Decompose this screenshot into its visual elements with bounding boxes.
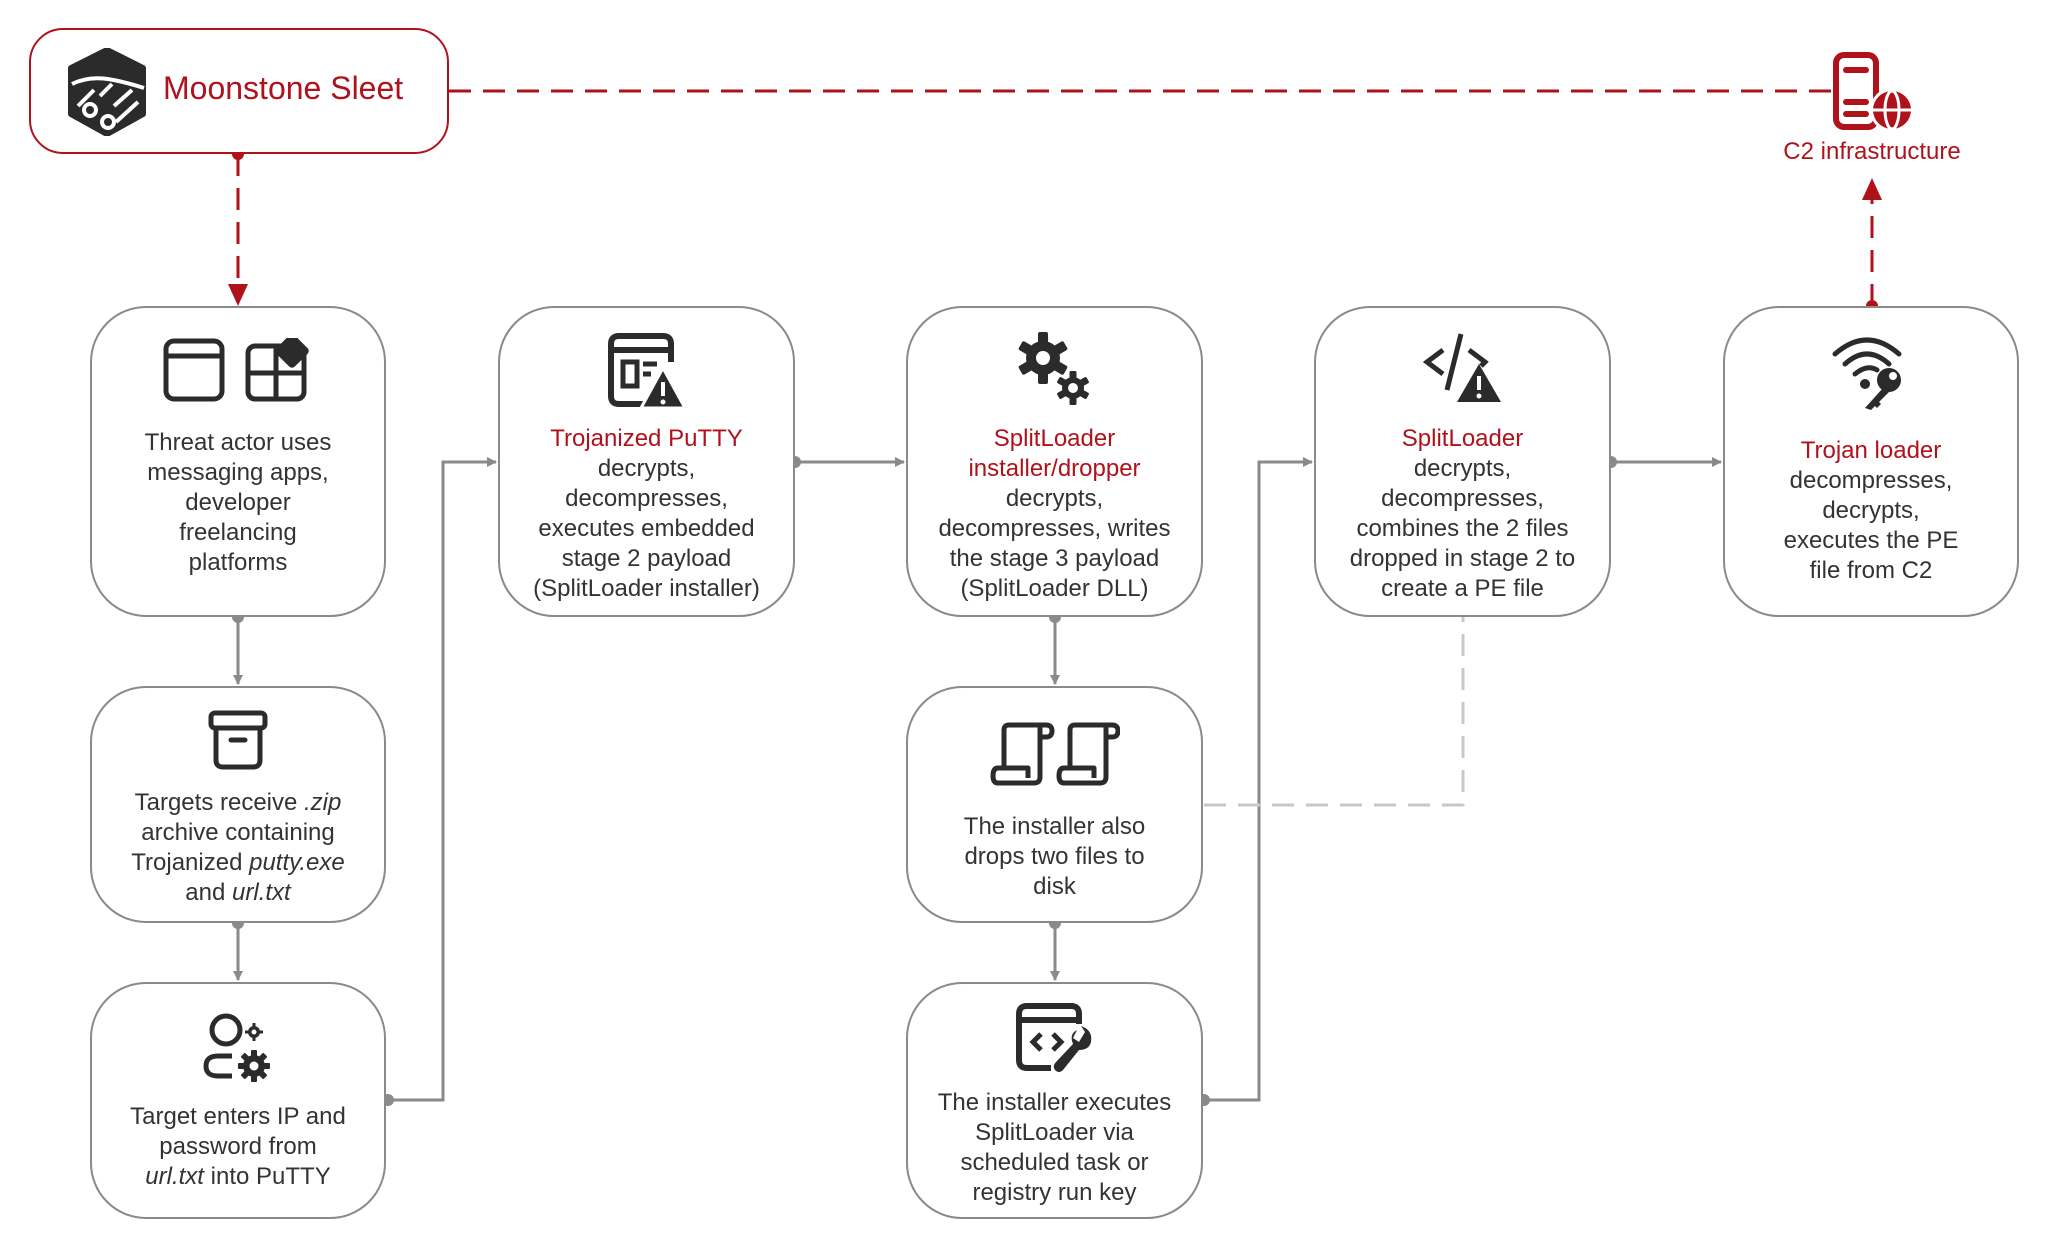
step-executes-splitloader: The installer executes SplitLoader via s… xyxy=(906,982,1203,1219)
moonstone-sleet-logo-icon xyxy=(66,47,148,141)
step-text-line: stage 2 payload xyxy=(561,545,732,572)
step-text-line: The installer executes xyxy=(937,1089,1172,1116)
step-text-line: decrypts, xyxy=(597,455,696,482)
step-text-line: freelancing xyxy=(179,519,297,546)
archive-box-icon xyxy=(92,710,384,770)
step-title: Trojan loader xyxy=(1800,437,1942,464)
step-title: SplitLoader xyxy=(993,425,1116,452)
step-text-line: decompresses, xyxy=(565,485,728,512)
step-text-line: Targets receive .zip xyxy=(102,788,374,818)
step-text-line: combines the 2 files xyxy=(1356,515,1569,542)
step-title: installer/dropper xyxy=(968,455,1141,482)
window-apps-icon xyxy=(92,338,384,402)
step-text-line: decrypts, xyxy=(1005,485,1104,512)
step-text-line: decompresses, xyxy=(1381,485,1544,512)
arrowhead xyxy=(1862,178,1882,200)
step-drops-files: The installer also drops two files to di… xyxy=(906,686,1203,923)
step-text-line: scheduled task or xyxy=(960,1149,1149,1176)
step-trojan-loader: Trojan loader decompresses, decrypts, ex… xyxy=(1723,306,2019,617)
enter-to-putty-connector xyxy=(388,457,497,1102)
text-span: Targets receive xyxy=(134,789,305,816)
step-text-line: decompresses, writes xyxy=(938,515,1171,542)
step-text-line: drops two files to xyxy=(964,843,1145,870)
server-globe-icon xyxy=(1832,52,1914,137)
text-span: Trojanized xyxy=(131,849,250,876)
step-text-line: (SplitLoader DLL) xyxy=(960,575,1149,602)
scrolls-icon xyxy=(908,722,1201,786)
step-text-line: dropped in stage 2 to xyxy=(1349,545,1576,572)
step-text-line: platforms xyxy=(188,549,288,576)
step-zip-archive: Targets receive .zip archive containing … xyxy=(90,686,386,923)
wifi-key-icon xyxy=(1725,332,2017,412)
c2-label: C2 infrastructure xyxy=(1783,138,1961,165)
step-messaging-apps: Threat actor uses messaging apps, develo… xyxy=(90,306,386,617)
filename-text: url.txt xyxy=(232,879,291,906)
step-text-line: decompresses, xyxy=(1789,467,1953,494)
step-enter-credentials: Target enters IP and password from url.t… xyxy=(90,982,386,1219)
step-splitloader: SplitLoader decrypts, decompresses, comb… xyxy=(1314,306,1611,617)
step-splitloader-installer: SplitLoader installer/dropper decrypts, … xyxy=(906,306,1203,617)
step-title: Trojanized PuTTY xyxy=(550,425,743,452)
step-text-line: decrypts, xyxy=(1822,497,1920,524)
step-text-line: (SplitLoader installer) xyxy=(533,575,760,602)
step-text-line: create a PE file xyxy=(1381,575,1544,602)
step-text-line: Trojanized putty.exe xyxy=(102,848,374,878)
user-settings-icon xyxy=(92,1012,384,1084)
drops-to-splitloader-dashed-connector xyxy=(1204,617,1465,807)
filename-text: url.txt xyxy=(145,1163,204,1190)
app-warning-icon xyxy=(500,332,793,412)
executes-to-splitloader-connector xyxy=(1204,457,1313,1102)
step-text-line: executes the PE xyxy=(1783,527,1959,554)
code-warning-icon xyxy=(1316,330,1609,406)
filename-text: putty.exe xyxy=(249,849,345,876)
step-text-line: url.txt into PuTTY xyxy=(102,1162,374,1192)
text-span: into PuTTY xyxy=(203,1163,331,1190)
step-text-line: messaging apps, xyxy=(147,459,329,486)
step-text-line: registry run key xyxy=(972,1179,1137,1206)
step-text-line: disk xyxy=(1033,873,1076,900)
c2-infrastructure: C2 infrastructure xyxy=(1760,50,1984,170)
step-text-line: password from xyxy=(159,1133,317,1160)
arrowhead xyxy=(228,284,248,306)
step-text-line: developer xyxy=(185,489,291,516)
text-span: and xyxy=(185,879,233,906)
step-text-line: Target enters IP and xyxy=(130,1103,346,1130)
threat-actor-name: Moonstone Sleet xyxy=(163,70,404,106)
step-text-line: the stage 3 payload xyxy=(949,545,1160,572)
gears-icon xyxy=(908,330,1201,410)
code-wrench-icon xyxy=(908,1002,1201,1078)
step-text-line: SplitLoader via xyxy=(975,1119,1134,1146)
step-text-line: file from C2 xyxy=(1809,557,1933,584)
threat-actor-box: Moonstone Sleet xyxy=(29,28,449,154)
step-text-line: The installer also xyxy=(963,813,1146,840)
step-text-line: and url.txt xyxy=(102,878,374,908)
step-trojanized-putty: Trojanized PuTTY decrypts, decompresses,… xyxy=(498,306,795,617)
step-text-line: Threat actor uses xyxy=(144,429,332,456)
step-text-line: executes embedded xyxy=(538,515,755,542)
step-text-line: decrypts, xyxy=(1413,455,1512,482)
step-title: SplitLoader xyxy=(1401,425,1524,452)
step-text-line: archive containing xyxy=(141,819,335,846)
file-extension-text: .zip xyxy=(304,789,342,816)
